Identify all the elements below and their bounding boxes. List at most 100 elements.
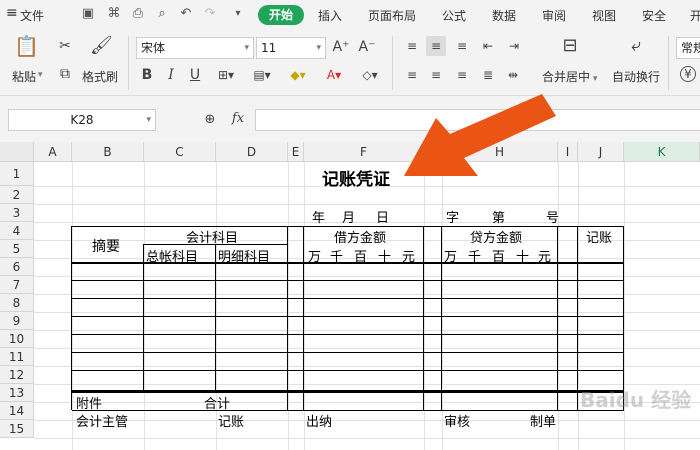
row-header[interactable]: 4 [0,222,34,240]
save-icon[interactable]: ▣ [80,6,96,22]
quick-access-more-icon[interactable]: ▾ [230,6,246,22]
column-header-d[interactable]: D [216,142,288,162]
undo-icon[interactable]: ↶ [178,6,194,22]
currency-icon[interactable]: ¥ [680,66,696,82]
summary-header: 摘要 [92,239,120,255]
tab-view[interactable]: 视图 [592,7,616,24]
font-name-select[interactable]: 宋体 ▾ [136,37,254,59]
row-header[interactable]: 14 [0,402,34,420]
zoom-search-icon[interactable]: ⊕ [202,112,218,128]
italic-icon[interactable]: I [164,67,178,83]
align-center-icon[interactable]: ≡ [428,67,444,83]
wrap-text-button[interactable]: 自动换行 [612,68,660,85]
align-top-icon[interactable]: ≡ [404,38,420,54]
cut-icon[interactable]: ✂ [56,38,74,56]
format-painter-icon[interactable]: 🖌 [90,37,113,60]
row-header[interactable]: 1 [0,162,34,186]
file-menu[interactable]: 文件 [20,7,44,24]
merge-center-label: 合并居中 [542,70,591,84]
cell-style-icon[interactable]: ▤▾ [250,67,274,83]
increase-font-icon[interactable]: A⁺ [332,39,350,57]
column-header-i[interactable]: I [558,142,578,162]
decrease-indent-icon[interactable]: ⇤ [480,38,496,54]
row-header[interactable]: 7 [0,276,34,294]
redo-icon[interactable]: ↷ [202,6,218,22]
paste-icon[interactable]: 📋 [14,36,39,62]
merge-center-icon[interactable]: ⊟ [558,37,582,62]
column-header-b[interactable]: B [72,142,144,162]
font-name-value: 宋体 [141,41,166,55]
paste-dropdown-icon[interactable]: ▾ [38,70,43,80]
align-middle-icon[interactable]: ≡ [426,36,446,56]
border-icon[interactable]: ⊞▾ [214,67,238,83]
date-month: 月 [342,211,356,226]
row-header[interactable]: 12 [0,366,34,384]
row-header[interactable]: 5 [0,240,34,258]
name-box[interactable]: K28 ▾ [8,109,156,131]
posting-header: 记账 [586,231,613,246]
tab-insert[interactable]: 插入 [318,7,342,24]
tab-formulas[interactable]: 公式 [442,7,466,24]
column-header-c[interactable]: C [144,142,216,162]
column-header-f[interactable]: F [304,142,424,162]
review-label: 审核 [444,415,471,430]
print-icon[interactable]: ⎙ [130,6,146,22]
tab-home[interactable]: 开始 [258,5,304,25]
fill-color-icon[interactable]: ◆▾ [286,67,310,83]
format-painter-button[interactable]: 格式刷 [82,68,118,85]
print-preview-icon[interactable]: ⌕ [154,6,170,22]
column-header-h[interactable]: H [442,142,558,162]
row-header[interactable]: 13 [0,384,34,402]
watermark: Baidu 经验 [580,388,692,412]
row-header[interactable]: 8 [0,294,34,312]
paste-button[interactable]: 粘贴 [12,68,36,85]
hamburger-icon[interactable]: ≡ [6,5,18,21]
column-header-k[interactable]: K [624,142,700,162]
tab-more[interactable]: 开 [690,7,700,24]
align-left-icon[interactable]: ≡ [404,67,420,83]
align-right-icon[interactable]: ≡ [454,67,470,83]
tab-review[interactable]: 审阅 [542,7,566,24]
tab-security[interactable]: 安全 [642,7,666,24]
row-header[interactable]: 3 [0,204,34,222]
date-day: 日 [376,211,390,226]
select-all-corner[interactable] [0,142,34,162]
clear-format-icon[interactable]: ◇▾ [358,67,382,83]
row-header[interactable]: 10 [0,330,34,348]
tab-page-layout[interactable]: 页面布局 [368,7,416,24]
number-label: 号 [546,211,560,226]
row-header[interactable]: 2 [0,186,34,204]
decrease-font-icon[interactable]: A⁻ [358,39,376,57]
font-size-select[interactable]: 11 ▾ [256,37,326,59]
distributed-icon[interactable]: ⇹ [504,67,522,83]
underline-icon[interactable]: U [188,67,202,83]
row-header[interactable]: 15 [0,420,34,438]
wrap-text-icon[interactable]: ⤶ [624,37,648,62]
row-header[interactable]: 9 [0,312,34,330]
tab-data[interactable]: 数据 [492,7,516,24]
font-color-icon[interactable]: A▾ [322,67,346,83]
general-account-header: 总帐科目 [146,250,199,265]
number-format-value: 常规 [681,41,700,55]
column-header-g[interactable]: G [424,142,442,162]
formula-input[interactable] [255,109,700,131]
fx-icon[interactable]: fx [228,111,248,127]
credit-unit-shi: 十 [516,250,530,265]
format-painter-quick-icon[interactable]: ⌘ [106,6,122,22]
justify-icon[interactable]: ≣ [480,67,496,83]
column-header-e[interactable]: E [288,142,304,162]
column-header-j[interactable]: J [578,142,624,162]
row-header[interactable]: 11 [0,348,34,366]
copy-icon[interactable]: ⧉ [56,66,74,84]
merge-center-button[interactable]: 合并居中 ▾ [542,68,597,85]
bold-icon[interactable]: B [140,67,154,83]
detail-account-header: 明细科目 [218,250,271,265]
number-format-select[interactable]: 常规 [676,37,700,59]
align-bottom-icon[interactable]: ≡ [454,38,470,54]
increase-indent-icon[interactable]: ⇥ [506,38,522,54]
column-header-a[interactable]: A [34,142,72,162]
chief-accountant-label: 会计主管 [76,415,129,430]
formula-bar: K28 ▾ ⊕ fx [0,96,700,142]
row-header[interactable]: 6 [0,258,34,276]
word-label: 字 [446,211,460,226]
